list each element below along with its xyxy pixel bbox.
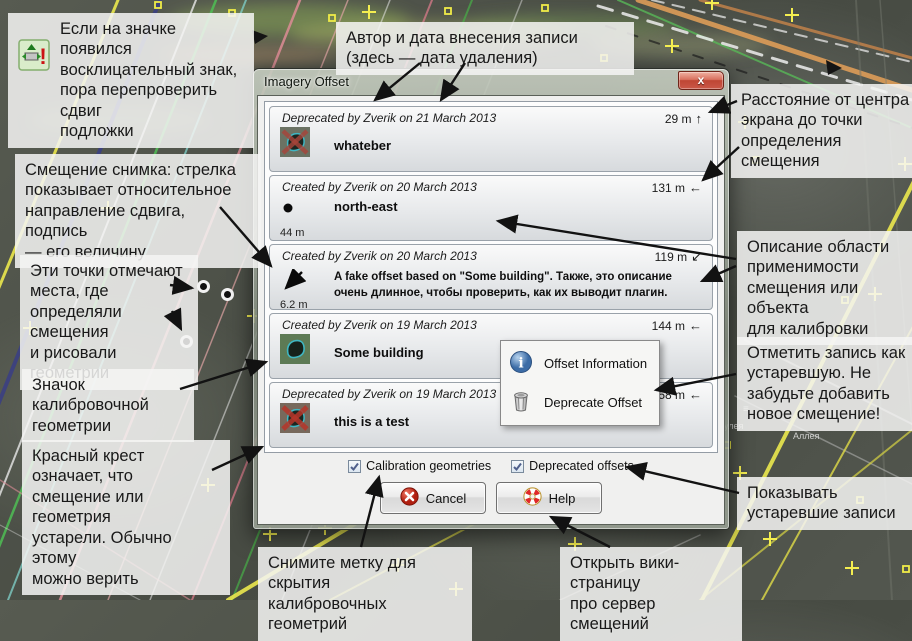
cancel-button[interactable]: Cancel <box>380 482 486 514</box>
callout-distance: Расстояние от центра экрана до точки опр… <box>731 84 912 178</box>
callout-icon-warning: ! Если на значке появился восклицательны… <box>8 13 254 148</box>
offset-arrow-icon <box>280 269 306 298</box>
entry-description: Some building <box>334 345 424 360</box>
entry-author-date: Deprecated by Zverik on 19 March 2013 <box>282 387 496 402</box>
calibration-deprecated-icon <box>280 403 310 438</box>
map-street-label: Аллея <box>793 431 819 441</box>
direction-arrow-icon: ← <box>689 318 702 333</box>
trash-icon <box>509 389 533 416</box>
checkbox-box <box>511 460 524 473</box>
help-lifebuoy-icon <box>523 487 542 509</box>
help-button[interactable]: Help <box>496 482 602 514</box>
svg-text:i: i <box>518 356 523 372</box>
callout-calibration-icon: Значок калибровочной геометрии <box>22 369 194 442</box>
checkbox-calibration-geometries[interactable]: Calibration geometries <box>348 459 491 473</box>
checkbox-deprecated-offsets[interactable]: Deprecated offsets <box>511 459 634 473</box>
menu-item-deprecate-offset[interactable]: Deprecate Offset <box>501 383 659 422</box>
entry-offset-length: 6.2 m <box>280 299 308 310</box>
checkbox-label: Calibration geometries <box>366 459 491 473</box>
entry-distance: 144 m← <box>652 318 702 333</box>
entry-description: whateber <box>334 138 391 153</box>
offset-list-item[interactable]: Created by Zverik on 20 March 2013 119 m… <box>269 244 713 310</box>
direction-arrow-icon: ← <box>689 387 702 402</box>
callout-author-date: Автор и дата внесения записи (здесь — да… <box>336 22 634 75</box>
entry-author-date: Created by Zverik on 20 March 2013 <box>282 180 477 195</box>
callout-red-cross: Красный крест означает, что смещение или… <box>22 440 230 595</box>
callout-text: Если на значке появился восклицательный … <box>60 19 244 142</box>
close-icon: x <box>698 73 705 87</box>
callout-show-deprecated: Показывать устаревшие записи <box>737 477 912 530</box>
svg-text:!: ! <box>39 44 46 69</box>
entry-author-date: Created by Zverik on 19 March 2013 <box>282 318 477 333</box>
entry-distance: 119 m↙ <box>655 249 702 265</box>
checkbox-label: Deprecated offsets <box>529 459 634 473</box>
entry-description: A fake offset based on "Some building". … <box>334 269 704 301</box>
entry-description: north-east <box>334 199 398 214</box>
menu-item-label: Offset Information <box>544 356 647 371</box>
callout-wiki-help: Открыть вики-страницу про сервер смещени… <box>560 547 742 641</box>
info-icon: i <box>509 350 533 377</box>
callout-offset-arrow: Смещение снимка: стрелка показывает отно… <box>15 154 261 268</box>
check-icon <box>512 461 523 472</box>
offset-point-icon <box>280 199 306 226</box>
imagery-offset-warning-icon: ! <box>18 19 50 77</box>
checkbox-box <box>348 460 361 473</box>
dialog-client-area: Deprecated by Zverik on 21 March 2013 29… <box>257 95 725 525</box>
callout-description: Описание области применимости смещения и… <box>737 231 912 345</box>
direction-arrow-icon: ↙ <box>691 249 702 264</box>
button-label: Help <box>549 491 576 506</box>
direction-arrow-icon: ↑ <box>696 111 703 126</box>
entry-description: this is a test <box>334 414 409 429</box>
button-label: Cancel <box>426 491 466 506</box>
imagery-offset-dialog: Imagery Offset x Deprecated by Zverik on… <box>252 68 730 530</box>
entry-offset-length: 44 m <box>280 227 304 239</box>
entry-author-date: Created by Zverik on 20 March 2013 <box>282 249 477 265</box>
cancel-icon <box>400 487 419 509</box>
close-button[interactable]: x <box>678 71 724 90</box>
menu-item-label: Deprecate Offset <box>544 395 642 410</box>
entry-distance: 131 m← <box>652 180 702 195</box>
offset-list-item[interactable]: Deprecated by Zverik on 21 March 2013 29… <box>269 106 713 172</box>
menu-item-offset-information[interactable]: i Offset Information <box>501 344 659 383</box>
calibration-deprecated-icon <box>280 127 310 162</box>
dialog-title: Imagery Offset <box>264 74 349 89</box>
entry-author-date: Deprecated by Zverik on 21 March 2013 <box>282 111 496 126</box>
offset-location-dot <box>221 288 234 301</box>
offset-location-dot <box>197 280 210 293</box>
callout-deprecate: Отметить запись как устаревшую. Не забуд… <box>737 337 912 431</box>
calibration-geometry-icon <box>280 334 310 369</box>
entry-distance: 29 m↑ <box>665 111 702 126</box>
direction-arrow-icon: ← <box>689 180 702 195</box>
offset-list-item[interactable]: Created by Zverik on 20 March 2013 131 m… <box>269 175 713 241</box>
offset-context-menu: i Offset Information Deprecate Offset <box>500 340 660 426</box>
callout-uncheck-calibration: Снимите метку для скрытия калибровочных … <box>258 547 472 641</box>
check-icon <box>349 461 360 472</box>
